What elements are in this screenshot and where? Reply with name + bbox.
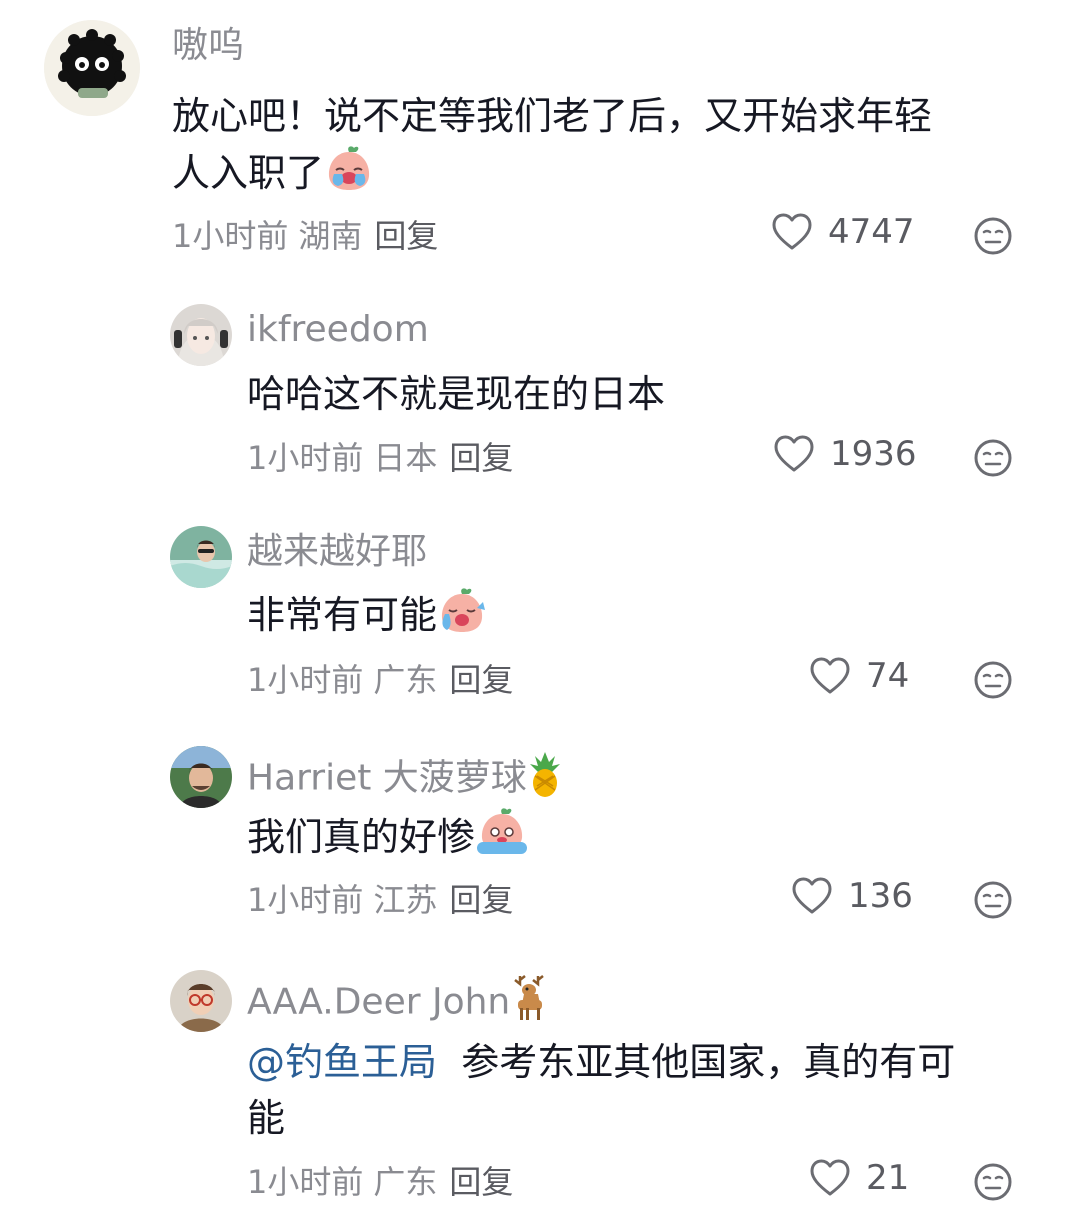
crying-peach-emoji bbox=[437, 586, 487, 649]
avatar[interactable] bbox=[170, 526, 232, 588]
comment-text: 放心吧！说不定等我们老了后，又开始求年轻 人入职了 bbox=[172, 88, 932, 207]
dislike-face-icon[interactable] bbox=[973, 216, 1013, 256]
like-button[interactable]: 4747 bbox=[772, 212, 915, 252]
avatar[interactable] bbox=[44, 20, 140, 116]
like-button[interactable]: 1936 bbox=[774, 434, 917, 474]
man-with-glasses-avatar-image bbox=[170, 970, 232, 1032]
mention-link[interactable]: @钓鱼王局 bbox=[247, 1040, 437, 1084]
heart-outline-icon bbox=[772, 213, 812, 250]
like-button[interactable]: 74 bbox=[810, 656, 909, 696]
comment-text: 我们真的好惨 bbox=[247, 808, 529, 871]
like-button[interactable]: 21 bbox=[810, 1158, 909, 1198]
soot-sprite-avatar-image bbox=[44, 20, 140, 116]
username[interactable]: 越来越好耶 bbox=[247, 530, 427, 574]
heart-outline-icon bbox=[810, 1159, 850, 1196]
username[interactable]: ikfreedom bbox=[247, 308, 429, 352]
like-count: 1936 bbox=[830, 434, 917, 474]
comment-text: 哈哈这不就是现在的日本 bbox=[247, 372, 666, 416]
comment-meta: 1小时前 湖南 回复 bbox=[172, 217, 439, 255]
username[interactable]: Harriet 大菠萝球 bbox=[247, 750, 563, 809]
heart-outline-icon bbox=[774, 435, 814, 472]
deer-emoji bbox=[510, 974, 550, 1033]
crying-peach-emoji bbox=[475, 808, 529, 871]
like-count: 74 bbox=[866, 656, 910, 696]
reply-button[interactable]: 回复 bbox=[449, 1163, 513, 1201]
dislike-face-icon[interactable] bbox=[973, 438, 1013, 478]
comment-meta: 1小时前 日本 回复 bbox=[247, 439, 514, 477]
comment-text: @钓鱼王局 参考东亚其他国家，真的有可 能 bbox=[247, 1040, 956, 1140]
comment-text: 非常有可能 bbox=[247, 586, 487, 649]
reply-comment-item: 越来越好耶 非常有可能 1小时前 广东 回复 74 bbox=[0, 512, 1079, 722]
pineapple-emoji bbox=[527, 750, 563, 809]
man-portrait-avatar-image bbox=[170, 746, 232, 808]
reply-button[interactable]: 回复 bbox=[449, 439, 513, 477]
crying-peach-emoji bbox=[324, 144, 374, 207]
avatar[interactable] bbox=[170, 746, 232, 808]
avatar[interactable] bbox=[170, 304, 232, 366]
like-button[interactable]: 136 bbox=[792, 876, 913, 916]
reply-button[interactable]: 回复 bbox=[449, 881, 513, 919]
comment-meta: 1小时前 广东 回复 bbox=[247, 1163, 514, 1201]
comment-meta: 1小时前 广东 回复 bbox=[247, 661, 514, 699]
heart-outline-icon bbox=[810, 657, 850, 694]
dislike-face-icon[interactable] bbox=[973, 1162, 1013, 1202]
dislike-face-icon[interactable] bbox=[973, 880, 1013, 920]
reply-button[interactable]: 回复 bbox=[374, 217, 438, 255]
anime-girl-avatar-image bbox=[170, 304, 232, 366]
avatar[interactable] bbox=[170, 970, 232, 1032]
heart-outline-icon bbox=[792, 877, 832, 914]
reply-comment-item: Harriet 大菠萝球 我们真的好惨 1小时前 江苏 回复 136 bbox=[0, 734, 1079, 944]
reply-comment-item: AAA.Deer John @钓鱼王局 参考东亚其他国家，真的有可 能 1小时前… bbox=[0, 958, 1079, 1228]
username[interactable]: 嗷呜 bbox=[172, 24, 244, 68]
like-count: 4747 bbox=[828, 212, 915, 252]
username[interactable]: AAA.Deer John bbox=[247, 974, 550, 1033]
person-in-pool-avatar-image bbox=[170, 526, 232, 588]
reply-button[interactable]: 回复 bbox=[449, 661, 513, 699]
dislike-face-icon[interactable] bbox=[973, 660, 1013, 700]
like-count: 21 bbox=[866, 1158, 910, 1198]
comment-item: 嗷呜 放心吧！说不定等我们老了后，又开始求年轻 人入职了 1小时前 湖南 回复 47… bbox=[0, 0, 1079, 280]
like-count: 136 bbox=[848, 876, 913, 916]
comment-meta: 1小时前 江苏 回复 bbox=[247, 881, 514, 919]
reply-comment-item: ikfreedom 哈哈这不就是现在的日本 1小时前 日本 回复 1936 bbox=[0, 290, 1079, 500]
